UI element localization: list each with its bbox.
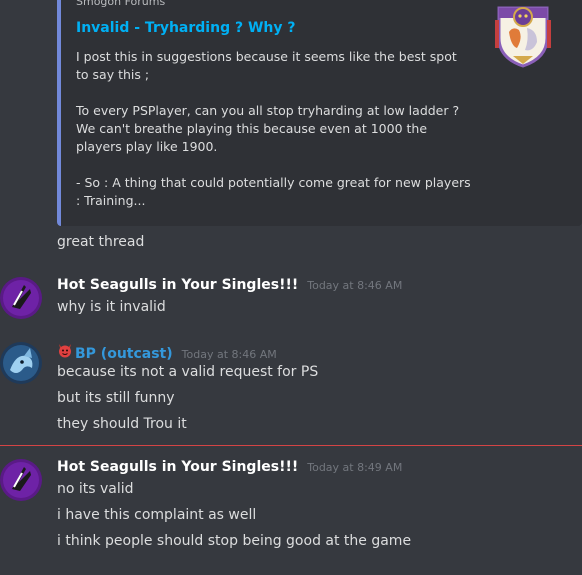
message-text: they should Trou it	[57, 416, 187, 432]
avatar[interactable]	[0, 277, 42, 319]
username[interactable]: Hot Seagulls in Your Singles!!!	[57, 277, 298, 293]
message-text: great thread	[57, 234, 145, 250]
embed-provider[interactable]: Smogon Forums	[76, 0, 165, 8]
embed-title-link[interactable]: Invalid - Tryharding ? Why ?	[76, 20, 296, 36]
message-header: Hot Seagulls in Your Singles!!! Today at…	[57, 459, 402, 475]
username[interactable]: Hot Seagulls in Your Singles!!!	[57, 459, 298, 475]
new-messages-divider	[0, 445, 582, 446]
embed-paragraph: - So : A thing that could potentially co…	[76, 175, 471, 208]
message-text: but its still funny	[57, 390, 175, 406]
message-text: i think people should stop being good at…	[57, 533, 412, 549]
message-text: i have this complaint as well	[57, 507, 257, 523]
embed-description: I post this in suggestions because it se…	[76, 48, 471, 228]
embed-paragraph: I post this in suggestions because it se…	[76, 49, 457, 82]
message-text: no its valid	[57, 481, 134, 497]
timestamp[interactable]: Today at 8:46 AM	[182, 348, 277, 361]
timestamp[interactable]: Today at 8:49 AM	[307, 461, 402, 474]
username[interactable]: BP (outcast)	[75, 346, 173, 362]
embed-paragraph: To every PSPlayer, can you all stop tryh…	[76, 103, 460, 154]
smogon-logo-icon[interactable]	[493, 2, 553, 68]
timestamp[interactable]: Today at 8:46 AM	[307, 279, 402, 292]
avatar[interactable]	[0, 459, 42, 501]
devil-emoji-icon	[57, 342, 73, 358]
message-text: because its not a valid request for PS	[57, 364, 319, 380]
forum-embed: Smogon Forums Invalid - Tryharding ? Why…	[57, 0, 582, 226]
message-text: why is it invalid	[57, 299, 166, 315]
message-header: BP (outcast) Today at 8:46 AM	[57, 342, 277, 362]
message-header: Hot Seagulls in Your Singles!!! Today at…	[57, 277, 402, 293]
avatar[interactable]	[0, 342, 42, 384]
